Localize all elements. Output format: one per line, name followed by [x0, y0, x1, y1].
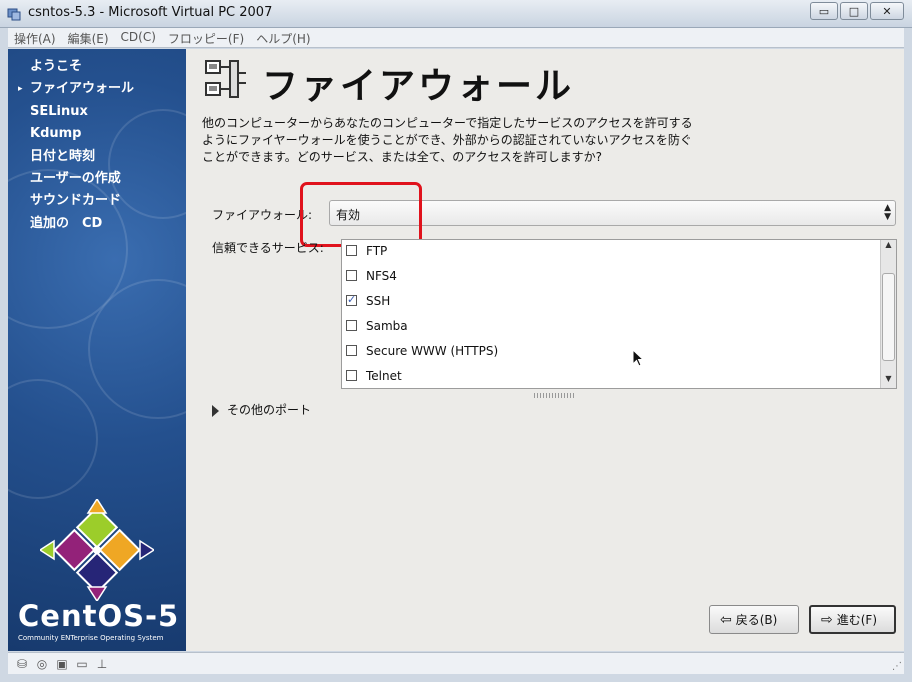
firewall-label: ファイアウォール: — [212, 208, 313, 222]
step-additional-cd: 追加の CD — [30, 215, 103, 231]
service-checkbox[interactable] — [346, 320, 357, 331]
step-sound-card: サウンドカード — [30, 193, 122, 209]
expander-triangle-icon — [212, 404, 219, 417]
scrollbar-thumb[interactable] — [882, 273, 895, 362]
floppy-icon[interactable]: ▣ — [54, 656, 70, 672]
list-item[interactable]: FTP — [342, 240, 880, 264]
other-ports-expander[interactable]: その他のポート — [212, 401, 311, 418]
step-list: ようこそ ▸ ファイアウォール SELinux Kdump 日付と時刻 ユーザーの… — [16, 57, 134, 236]
guest-screen: ようこそ ▸ ファイアウォール SELinux Kdump 日付と時刻 ユーザーの… — [8, 49, 904, 651]
services-scrollbar[interactable]: ▲ ▼ — [880, 240, 896, 388]
menu-edit[interactable]: 編集(E) — [62, 28, 115, 47]
window-title: csntos-5.3 - Microsoft Virtual PC 2007 — [28, 5, 273, 20]
window-titlebar: csntos-5.3 - Microsoft Virtual PC 2007 ▭… — [0, 0, 912, 28]
current-step-marker: ▸ — [18, 84, 23, 95]
minimize-button[interactable]: ▭ — [810, 2, 838, 20]
list-item[interactable]: ✓ SSH — [342, 289, 880, 314]
service-checkbox[interactable] — [346, 270, 357, 281]
step-selinux: SELinux — [30, 103, 88, 119]
firewall-network-icon — [205, 60, 246, 98]
close-icon: ✕ — [882, 4, 892, 18]
pane-resize-handle[interactable] — [534, 393, 574, 398]
close-button[interactable]: ✕ — [870, 2, 904, 20]
centos-brand: CentOS-5 — [18, 599, 180, 633]
menu-action[interactable]: 操作(A) — [8, 28, 62, 47]
list-item[interactable]: Samba — [342, 314, 880, 339]
menu-bar: 操作(A) 編集(E) CD(C) フロッピー(F) ヘルプ(H) — [8, 28, 904, 48]
menu-floppy[interactable]: フロッピー(F) — [162, 28, 250, 47]
restore-button[interactable]: □ — [840, 2, 868, 20]
menu-cd[interactable]: CD(C) — [115, 28, 162, 47]
updown-arrows-icon: ▲ ▼ — [884, 203, 891, 222]
back-button[interactable]: ⇦ 戻る(B) — [709, 605, 799, 634]
page-description: 他のコンピューターからあなたのコンピューターで指定したサービスのアクセスを許可す… — [202, 116, 693, 164]
list-item[interactable]: Telnet — [342, 364, 880, 388]
next-button[interactable]: ⇨ 進む(F) — [809, 605, 896, 634]
arrow-right-icon: ⇨ — [821, 611, 833, 628]
checkmark-icon: ✓ — [347, 293, 357, 306]
cd-drive-icon[interactable]: ◎ — [34, 656, 50, 672]
list-item[interactable]: NFS4 — [342, 264, 880, 289]
centos-tagline: Community ENTerprise Operating System — [18, 634, 164, 642]
service-checkbox[interactable] — [346, 345, 357, 356]
step-firewall: ▸ ファイアウォール — [16, 79, 134, 101]
step-date-time: 日付と時刻 — [30, 148, 96, 164]
scroll-down-icon[interactable]: ▼ — [881, 374, 896, 388]
service-checkbox[interactable] — [346, 370, 357, 381]
highlight-annotation — [300, 182, 422, 247]
firewall-page: ファイアウォール 他のコンピューターからあなたのコンピューターで指定したサービス… — [186, 49, 904, 651]
mouse-cursor-icon — [633, 350, 645, 367]
centos-logo-icon — [40, 499, 154, 601]
resize-grip-icon[interactable]: ⋰ — [892, 661, 902, 672]
list-item[interactable]: Secure WWW (HTTPS) — [342, 339, 880, 364]
shared-folder-icon[interactable]: ▭ — [74, 656, 90, 672]
trusted-services-label: 信頼できるサービス: — [212, 241, 324, 255]
network-icon[interactable]: ⊥ — [94, 656, 110, 672]
installer-sidebar: ようこそ ▸ ファイアウォール SELinux Kdump 日付と時刻 ユーザーの… — [8, 49, 186, 651]
arrow-left-icon: ⇦ — [720, 611, 732, 628]
scroll-up-icon[interactable]: ▲ — [881, 240, 896, 254]
trusted-services-list[interactable]: FTP NFS4 ✓ SSH Samba Secure WWW (HTTPS) … — [341, 239, 897, 389]
vpc-status-bar: ⛁ ◎ ▣ ▭ ⊥ — [8, 652, 904, 674]
service-checkbox[interactable]: ✓ — [346, 293, 357, 306]
service-checkbox[interactable] — [346, 245, 357, 256]
minimize-icon: ▭ — [818, 4, 830, 18]
page-title: ファイアウォール — [262, 66, 575, 107]
menu-help[interactable]: ヘルプ(H) — [250, 28, 316, 47]
hard-disk-icon[interactable]: ⛁ — [14, 656, 30, 672]
step-create-user: ユーザーの作成 — [30, 170, 121, 186]
step-welcome: ようこそ — [30, 59, 83, 74]
step-kdump: Kdump — [30, 126, 82, 142]
virtual-pc-icon — [7, 8, 21, 21]
restore-icon: □ — [848, 4, 860, 18]
